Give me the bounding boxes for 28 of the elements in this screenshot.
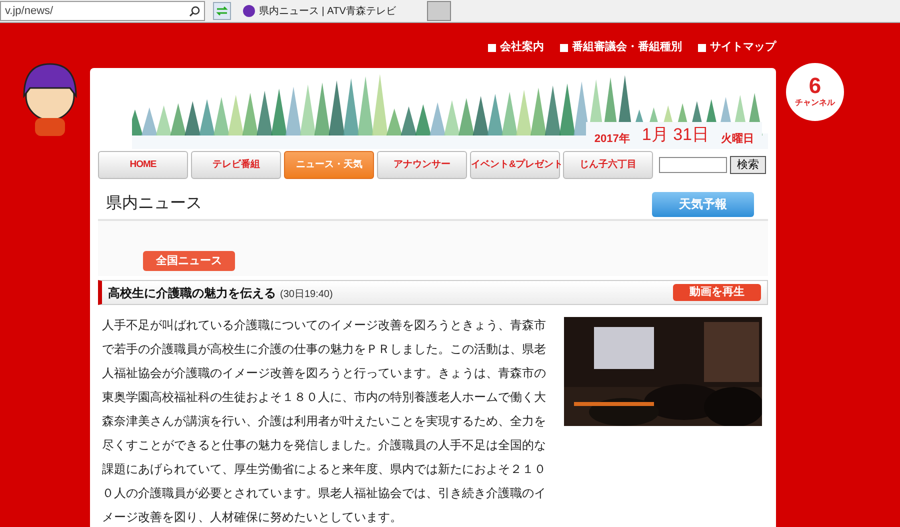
nav-tab[interactable]: アナウンサー: [377, 151, 467, 179]
channel-logo: 6 チャンネル: [786, 63, 844, 121]
date-year: 2017年: [594, 132, 630, 146]
refresh-icon[interactable]: [213, 2, 231, 20]
nav-tab[interactable]: テレビ番組: [191, 151, 281, 179]
nav-tab[interactable]: イベント&プレゼント: [470, 151, 560, 179]
header-link[interactable]: 会社案内: [488, 39, 544, 56]
browser-tab[interactable]: 県内ニュース | ATV青森テレビ: [239, 0, 419, 22]
section-title: 県内ニュース: [105, 194, 202, 214]
national-news-button[interactable]: 全国ニュース: [143, 251, 235, 271]
weather-button[interactable]: 天気予報: [652, 192, 754, 216]
favicon-icon: [243, 5, 255, 17]
article-body: 人手不足が叫ばれている介護職についてのイメージ改善を図ろうときょう、青森市で若手の介護職員が高校生に介護の仕事の魅力をＰＲしました。この活動は、県老人福祉協会が介護職のイメージ改善を図ろうと行っています。きょうは、青森市の東奥学園高校福祉科の生徒およそ１８０人に、市内の特別養護老人ホームで働く大森奈津美さんが講演を行い、介護は利用者が叶えたいことを実現するため、全力を尽くすことができると仕事の魅力を発信しました。介護職員の人手不足は全国的な課題にあげられていて、厚生労働省によると来年度、県内では新たにおよそ２１００人の介護職員が必要とされています。県老人福祉協会では、引き続き介護職のイメージ改善を図り、人材確保に努めたいとしています。: [102, 317, 547, 526]
nav-tab[interactable]: ニュース・天気: [284, 151, 374, 179]
header-link[interactable]: 番組審議会・番組種別: [560, 39, 682, 56]
new-tab-button[interactable]: [427, 1, 451, 21]
date-day: 1月 31日: [642, 122, 709, 147]
play-video-button[interactable]: 動画を再生: [673, 284, 761, 301]
search-field[interactable]: [659, 157, 727, 173]
date-weekday: 火曜日: [721, 132, 754, 146]
header-link[interactable]: サイトマップ: [698, 39, 776, 56]
address-field[interactable]: v.jp/news/: [0, 1, 205, 21]
search-icon[interactable]: [189, 6, 200, 16]
article-title: 高校生に介護職の魅力を伝える: [108, 284, 276, 302]
search-button[interactable]: 検索: [730, 156, 766, 174]
nav-tab[interactable]: HOME: [98, 151, 188, 179]
article-time: (30日19:40): [280, 288, 333, 302]
nav-tab[interactable]: じん子六丁目: [563, 151, 653, 179]
